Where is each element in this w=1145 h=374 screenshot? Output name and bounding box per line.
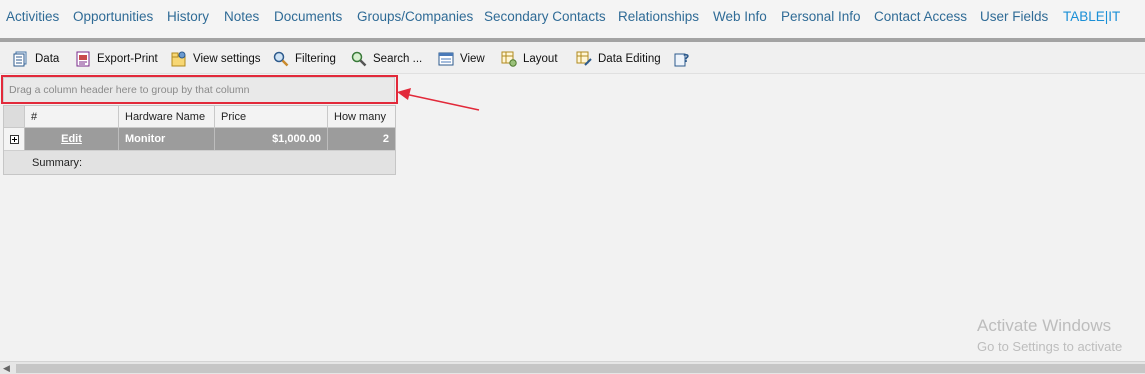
view-settings-icon xyxy=(171,51,186,67)
export-print-label: Export-Print xyxy=(97,53,158,65)
data-label: Data xyxy=(35,53,60,65)
scrollbar-thumb[interactable] xyxy=(16,364,1145,373)
row-expand-cell[interactable] xyxy=(4,128,25,150)
column-header-price[interactable]: Price xyxy=(215,106,328,127)
view-window-icon xyxy=(438,52,454,66)
tab-contact-access[interactable]: Contact Access xyxy=(874,9,967,24)
tab-activities[interactable]: Activities xyxy=(6,9,59,24)
help-icon: ? xyxy=(674,52,689,67)
view-settings-label: View settings xyxy=(193,53,261,65)
search-icon xyxy=(351,51,367,67)
data-icon xyxy=(13,51,27,67)
tab-table-it[interactable]: TABLE|IT xyxy=(1063,9,1120,24)
filtering-label: Filtering xyxy=(295,53,336,65)
search-label: Search ... xyxy=(373,53,423,65)
data-editing-button[interactable]: Data Editing xyxy=(576,49,661,69)
highlight-box xyxy=(1,75,398,104)
tab-navigation: Activities Opportunities History Notes D… xyxy=(0,0,1145,38)
data-button[interactable]: Data xyxy=(13,49,59,69)
watermark-title: Activate Windows xyxy=(977,316,1112,335)
data-editing-label: Data Editing xyxy=(598,53,661,65)
header-indicator-cell xyxy=(4,106,25,127)
column-header-number[interactable]: # xyxy=(25,106,119,127)
tab-web-info[interactable]: Web Info xyxy=(713,9,767,24)
grid-header-row: # Hardware Name Price How many xyxy=(4,106,395,128)
filter-magnifier-icon xyxy=(273,51,289,67)
tab-documents[interactable]: Documents xyxy=(274,9,342,24)
view-label: View xyxy=(460,53,485,65)
column-header-how-many[interactable]: How many xyxy=(328,106,395,127)
hardware-name-cell[interactable]: Monitor xyxy=(119,128,215,150)
tab-groups-companies[interactable]: Groups/Companies xyxy=(357,9,473,24)
horizontal-scrollbar[interactable]: ◀ xyxy=(0,361,1145,374)
expand-plus-icon[interactable] xyxy=(9,134,19,144)
summary-label: Summary: xyxy=(32,156,83,169)
view-settings-button[interactable]: View settings xyxy=(171,49,261,69)
tab-opportunities[interactable]: Opportunities xyxy=(73,9,153,24)
svg-text:?: ? xyxy=(683,52,689,65)
tab-personal-info[interactable]: Personal Info xyxy=(781,9,861,24)
scroll-left-arrow-icon[interactable]: ◀ xyxy=(3,364,10,373)
tab-history[interactable]: History xyxy=(167,9,209,24)
help-button[interactable]: ? xyxy=(674,49,696,69)
tab-user-fields[interactable]: User Fields xyxy=(980,9,1048,24)
annotation-arrow xyxy=(397,88,480,111)
layout-label: Layout xyxy=(523,53,558,65)
price-cell[interactable]: $1,000.00 xyxy=(215,128,328,150)
export-print-button[interactable]: Export-Print xyxy=(75,49,158,69)
tab-notes[interactable]: Notes xyxy=(224,9,259,24)
search-button[interactable]: Search ... xyxy=(351,49,422,69)
export-print-icon xyxy=(76,51,90,67)
watermark-subtitle: Go to Settings to activate xyxy=(977,339,1123,354)
how-many-cell[interactable]: 2 xyxy=(328,128,395,150)
data-editing-icon xyxy=(576,51,592,66)
filtering-button[interactable]: Filtering xyxy=(273,49,336,69)
summary-row: Summary: xyxy=(4,150,395,174)
grid-toolbar: Data Export-Print View settings Filterin… xyxy=(0,42,1145,74)
tab-secondary-contacts[interactable]: Secondary Contacts xyxy=(484,9,606,24)
layout-button[interactable]: Layout xyxy=(501,49,558,69)
hardware-grid: # Hardware Name Price How many Edit Moni… xyxy=(3,105,396,175)
view-button[interactable]: View xyxy=(438,49,485,69)
activate-windows-watermark: Activate Windows Go to Settings to activ… xyxy=(977,316,1122,354)
table-row[interactable]: Edit Monitor $1,000.00 2 xyxy=(4,128,395,150)
column-header-hardware-name[interactable]: Hardware Name xyxy=(119,106,215,127)
tab-relationships[interactable]: Relationships xyxy=(618,9,699,24)
edit-link[interactable]: Edit xyxy=(25,128,119,150)
layout-icon xyxy=(501,51,517,67)
